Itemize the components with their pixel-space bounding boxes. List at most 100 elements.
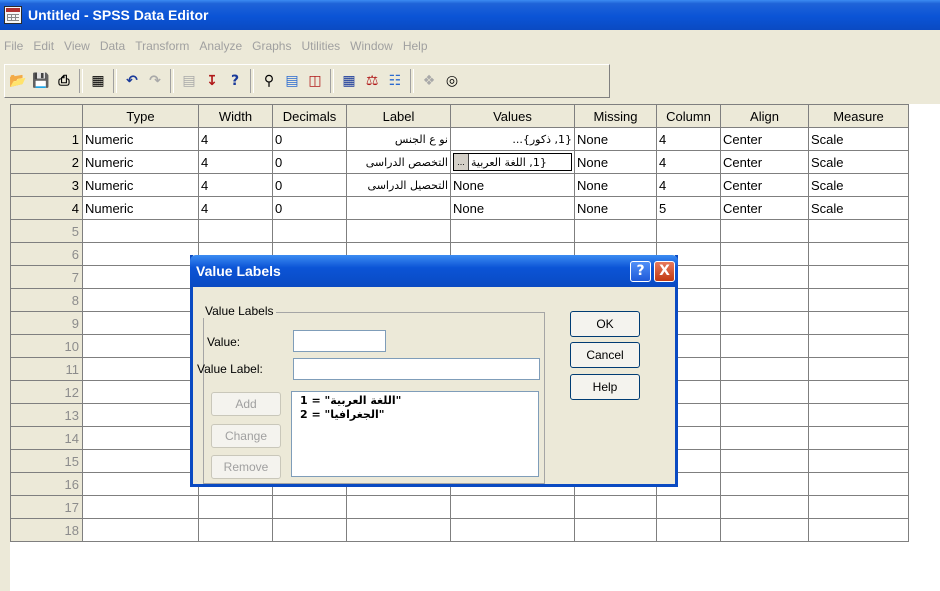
column-header-label[interactable]: Label (346, 104, 451, 128)
print-icon[interactable]: ⎙ (53, 69, 75, 93)
empty-cell[interactable] (720, 288, 809, 312)
empty-cell[interactable] (808, 426, 909, 450)
close-icon[interactable]: X (654, 260, 675, 282)
empty-cell[interactable] (720, 472, 809, 496)
menu-view[interactable]: View (59, 39, 95, 53)
cell-label[interactable]: التخصص الدراسى (346, 150, 451, 174)
row-header[interactable]: 9 (10, 311, 83, 335)
empty-cell[interactable] (82, 518, 199, 542)
cell-measure[interactable]: Scale (808, 150, 909, 174)
values-cell-editor[interactable]: ... {1, اللغة العربية (453, 153, 572, 171)
empty-cell[interactable] (720, 426, 809, 450)
value-labels-icon[interactable]: ❖ (418, 69, 440, 93)
add-button[interactable]: Add (211, 392, 281, 416)
list-item[interactable]: 1 = "اللغة العربية" (300, 394, 530, 408)
cell-align[interactable]: Center (720, 150, 809, 174)
empty-cell[interactable] (808, 242, 909, 266)
menu-edit[interactable]: Edit (28, 39, 59, 53)
goto-chart-icon[interactable]: ▤ (178, 69, 200, 93)
cell-column[interactable]: 4 (656, 173, 721, 197)
dialog-recall-icon[interactable]: ▦ (87, 69, 109, 93)
empty-cell[interactable] (808, 518, 909, 542)
row-header[interactable]: 3 (10, 173, 83, 197)
empty-cell[interactable] (574, 495, 657, 519)
row-header[interactable]: 7 (10, 265, 83, 289)
weight-cases-icon[interactable]: ⚖ (361, 69, 383, 93)
empty-cell[interactable] (82, 265, 199, 289)
row-header[interactable]: 15 (10, 449, 83, 473)
empty-cell[interactable] (82, 311, 199, 335)
column-header-type[interactable]: Type (82, 104, 199, 128)
open-icon[interactable]: 📂 (7, 69, 29, 93)
empty-cell[interactable] (82, 242, 199, 266)
cell-values[interactable]: None (450, 196, 575, 220)
empty-cell[interactable] (808, 403, 909, 427)
empty-cell[interactable] (82, 472, 199, 496)
cell-values[interactable]: ... {1, اللغة العربية (450, 150, 575, 174)
empty-cell[interactable] (720, 380, 809, 404)
save-icon[interactable]: 💾 (30, 69, 52, 93)
empty-cell[interactable] (720, 357, 809, 381)
select-cases-icon[interactable]: ☷ (384, 69, 406, 93)
insert-variable-icon[interactable]: ◫ (304, 69, 326, 93)
empty-cell[interactable] (808, 449, 909, 473)
row-header[interactable]: 13 (10, 403, 83, 427)
column-header-decimals[interactable]: Decimals (272, 104, 347, 128)
column-header-measure[interactable]: Measure (808, 104, 909, 128)
cell-decimals[interactable]: 0 (272, 196, 347, 220)
empty-cell[interactable] (808, 380, 909, 404)
menu-help[interactable]: Help (398, 39, 433, 53)
cell-missing[interactable]: None (574, 127, 657, 151)
column-header-values[interactable]: Values (450, 104, 575, 128)
empty-cell[interactable] (198, 219, 273, 243)
empty-cell[interactable] (720, 495, 809, 519)
empty-cell[interactable] (82, 288, 199, 312)
change-button[interactable]: Change (211, 424, 281, 448)
row-header[interactable]: 10 (10, 334, 83, 358)
menu-analyze[interactable]: Analyze (194, 39, 247, 53)
empty-cell[interactable] (82, 357, 199, 381)
cell-measure[interactable]: Scale (808, 173, 909, 197)
empty-cell[interactable] (808, 495, 909, 519)
cell-width[interactable]: 4 (198, 196, 273, 220)
empty-cell[interactable] (198, 518, 273, 542)
cell-decimals[interactable]: 0 (272, 173, 347, 197)
cell-values[interactable]: None (450, 173, 575, 197)
list-item[interactable]: 2 = "الجغرافيا" (300, 408, 530, 422)
empty-cell[interactable] (574, 219, 657, 243)
empty-cell[interactable] (82, 426, 199, 450)
row-header[interactable]: 16 (10, 472, 83, 496)
cell-measure[interactable]: Scale (808, 196, 909, 220)
redo-icon[interactable]: ↷ (144, 69, 166, 93)
menu-data[interactable]: Data (95, 39, 130, 53)
menu-file[interactable]: File (0, 39, 28, 53)
cell-decimals[interactable]: 0 (272, 150, 347, 174)
empty-cell[interactable] (656, 518, 721, 542)
empty-cell[interactable] (720, 403, 809, 427)
value-labels-listbox[interactable]: 1 = "اللغة العربية" 2 = "الجغرافيا" (291, 391, 539, 477)
empty-cell[interactable] (720, 242, 809, 266)
cell-label[interactable] (346, 196, 451, 220)
row-header[interactable]: 17 (10, 495, 83, 519)
empty-cell[interactable] (82, 219, 199, 243)
row-header[interactable]: 18 (10, 518, 83, 542)
cell-type[interactable]: Numeric (82, 127, 199, 151)
help-icon[interactable]: ? (630, 260, 651, 282)
cell-measure[interactable]: Scale (808, 127, 909, 151)
cell-width[interactable]: 4 (198, 127, 273, 151)
row-header[interactable]: 1 (10, 127, 83, 151)
goto-case-icon[interactable]: ↧ (201, 69, 223, 93)
cell-column[interactable]: 4 (656, 127, 721, 151)
row-header[interactable]: 5 (10, 219, 83, 243)
empty-cell[interactable] (720, 311, 809, 335)
empty-cell[interactable] (720, 334, 809, 358)
cell-type[interactable]: Numeric (82, 173, 199, 197)
value-input[interactable] (293, 330, 386, 352)
cancel-button[interactable]: Cancel (570, 342, 640, 368)
ok-button[interactable]: OK (570, 311, 640, 337)
cell-label[interactable]: التحصيل الدراسى (346, 173, 451, 197)
variables-icon[interactable]: ? (224, 69, 246, 93)
empty-cell[interactable] (450, 219, 575, 243)
menu-graphs[interactable]: Graphs (247, 39, 296, 53)
column-header-width[interactable]: Width (198, 104, 273, 128)
